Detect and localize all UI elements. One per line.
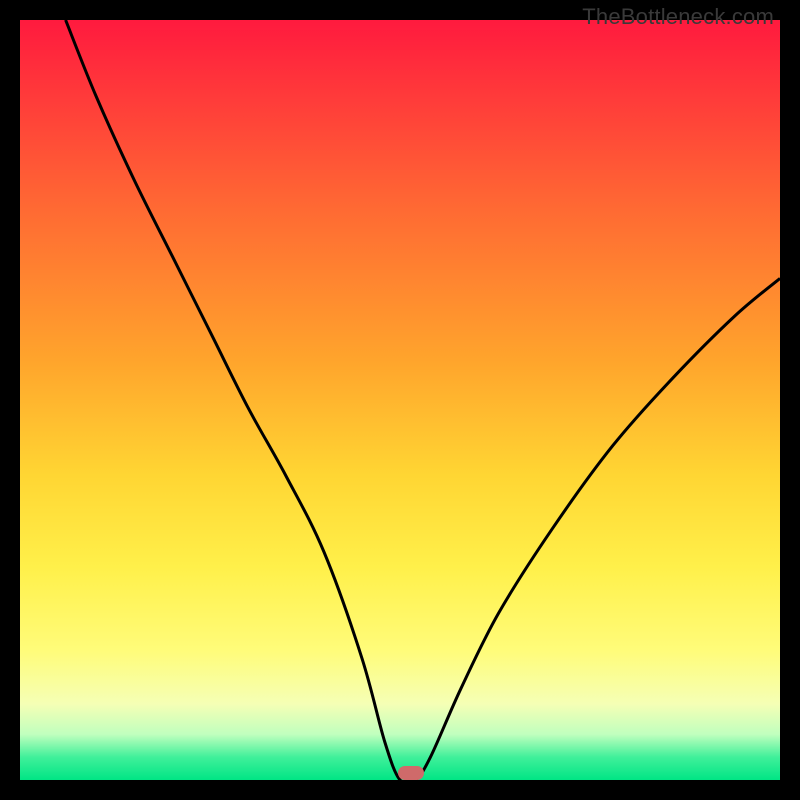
- chart-frame: TheBottleneck.com: [0, 0, 800, 800]
- minimum-marker: [398, 766, 424, 780]
- watermark-label: TheBottleneck.com: [582, 4, 774, 30]
- plot-area: [20, 20, 780, 780]
- bottleneck-curve: [20, 20, 780, 780]
